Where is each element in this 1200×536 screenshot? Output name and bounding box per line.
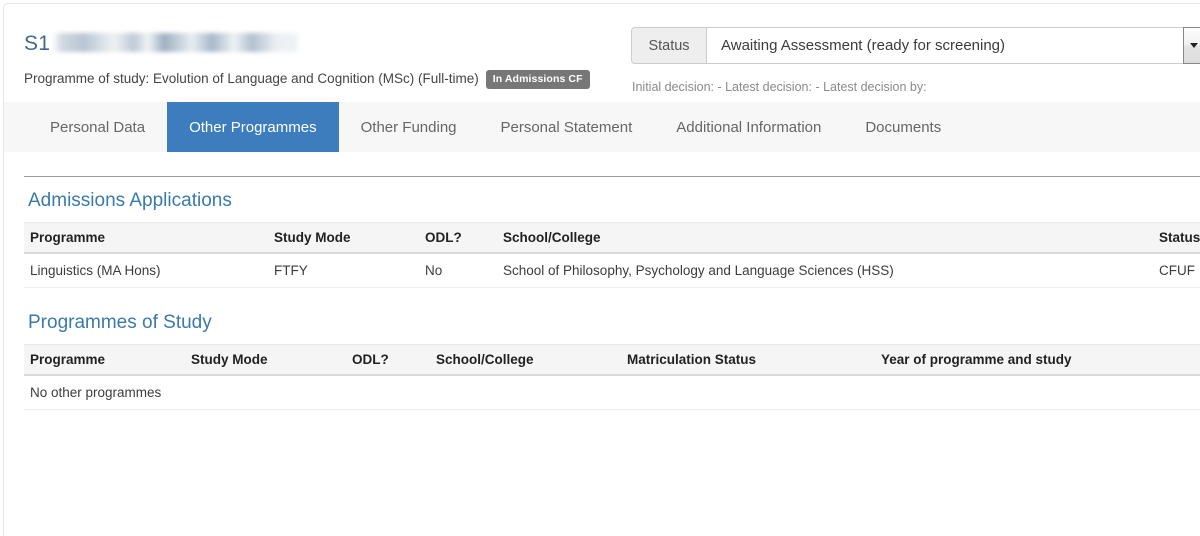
tab-other-funding[interactable]: Other Funding — [339, 102, 479, 152]
col-header-matriculation-status: Matriculation Status — [621, 344, 875, 376]
tab-additional-information[interactable]: Additional Information — [654, 102, 843, 152]
col-header-odl: ODL? — [346, 344, 430, 376]
status-badge: In Admissions CF — [485, 70, 590, 89]
record-panel: S1 Programme of study: Evolution of Lang… — [3, 3, 1200, 536]
student-identifier: S1 — [24, 32, 299, 56]
col-header-year-of-programme: Year of programme and study — [875, 344, 1200, 376]
tab-label: Personal Statement — [500, 118, 633, 136]
cell-programme: Linguistics (MA Hons) — [24, 253, 268, 288]
programmes-of-study-table: Programme Study Mode ODL? School/College… — [24, 344, 1200, 410]
tab-bar: Personal Data Other Programmes Other Fun… — [4, 102, 1200, 153]
decision-summary: Initial decision: - Latest decision: - L… — [632, 80, 927, 94]
tab-personal-statement[interactable]: Personal Statement — [479, 102, 655, 152]
admissions-applications-table: Programme Study Mode ODL? School/College… — [24, 222, 1200, 288]
col-header-study-mode: Study Mode — [185, 344, 346, 376]
table-header-row: Programme Study Mode ODL? School/College… — [24, 222, 1200, 254]
table-empty-row: No other programmes — [24, 375, 1200, 410]
col-header-odl: ODL? — [419, 222, 497, 254]
table-header-row: Programme Study Mode ODL? School/College… — [24, 344, 1200, 376]
content-divider — [24, 176, 1200, 177]
col-header-school-college: School/College — [497, 222, 1153, 254]
tab-label: Other Funding — [360, 118, 457, 136]
tab-documents[interactable]: Documents — [843, 102, 963, 152]
cell-school-college: School of Philosophy, Psychology and Lan… — [497, 253, 1153, 288]
student-name-redacted — [52, 33, 299, 52]
col-header-school-college: School/College — [430, 344, 621, 376]
cell-odl: No — [419, 253, 497, 288]
tab-label: Personal Data — [50, 118, 146, 136]
cell-study-mode: FTFY — [268, 253, 419, 288]
programme-of-study-label: Programme of study: Evolution of Languag… — [24, 71, 479, 86]
status-select-group[interactable]: Status Awaiting Assessment (ready for sc… — [631, 27, 1200, 64]
empty-state-message: No other programmes — [24, 375, 1200, 410]
col-header-study-mode: Study Mode — [268, 222, 419, 254]
student-id-prefix: S1 — [24, 32, 51, 55]
programme-of-study-line: Programme of study: Evolution of Languag… — [24, 70, 590, 89]
tab-personal-data[interactable]: Personal Data — [28, 102, 167, 152]
section-title-programmes-of-study: Programmes of Study — [28, 312, 212, 333]
chevron-down-icon[interactable] — [1183, 27, 1200, 64]
col-header-programme: Programme — [24, 222, 268, 254]
tab-content-other-programmes: Admissions Applications Programme Study … — [4, 152, 1200, 536]
tab-label: Additional Information — [676, 118, 822, 136]
col-header-status: Status — [1153, 222, 1200, 254]
cell-status: CFUF — [1153, 253, 1200, 288]
tab-label: Other Programmes — [189, 118, 317, 136]
col-header-programme: Programme — [24, 344, 185, 376]
chevron-down-glyph — [1189, 43, 1198, 48]
record-header: S1 Programme of study: Evolution of Lang… — [4, 4, 1200, 96]
section-title-admissions-applications: Admissions Applications — [28, 190, 232, 211]
tab-other-programmes[interactable]: Other Programmes — [167, 102, 339, 152]
table-row[interactable]: Linguistics (MA Hons) FTFY No School of … — [24, 253, 1200, 288]
status-selected-value: Awaiting Assessment (ready for screening… — [721, 37, 1006, 54]
status-select[interactable]: Awaiting Assessment (ready for screening… — [707, 27, 1200, 64]
tab-label: Documents — [865, 118, 942, 136]
status-label-addon: Status — [631, 27, 707, 64]
